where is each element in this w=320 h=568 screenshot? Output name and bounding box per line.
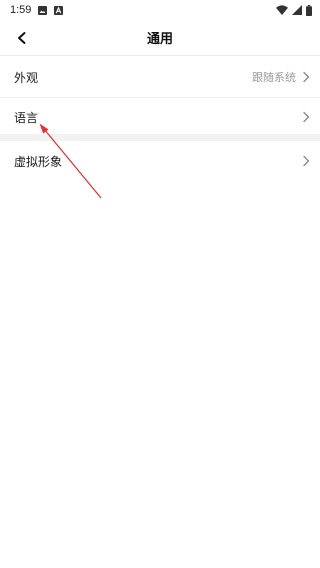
chevron-right-icon [303, 155, 310, 167]
back-button[interactable] [8, 24, 36, 52]
app-header: 通用 [0, 20, 320, 56]
chevron-left-icon [18, 32, 26, 44]
language-label: 语言 [14, 110, 39, 125]
signal-icon [292, 5, 302, 15]
chevron-right-icon [303, 71, 310, 83]
wifi-icon [276, 5, 288, 15]
a-notification-icon [54, 5, 64, 15]
page-title: 通用 [146, 32, 173, 47]
status-bar: 1:59 [0, 0, 320, 20]
status-left: 1:59 [10, 4, 64, 16]
virtual-avatar-setting-row[interactable]: 虚拟形象 [0, 141, 320, 181]
virtual-avatar-label: 虚拟形象 [14, 154, 63, 169]
appearance-label: 外观 [14, 70, 39, 85]
appearance-right: 跟随系统 [252, 69, 310, 85]
appearance-value: 跟随系统 [252, 71, 296, 84]
image-icon [38, 5, 48, 15]
battery-icon [306, 4, 312, 16]
language-setting-row[interactable]: 语言 [0, 97, 320, 137]
status-right [276, 4, 312, 16]
status-time: 1:59 [10, 4, 32, 16]
appearance-setting-row[interactable]: 外观 跟随系统 [0, 57, 320, 97]
section-separator [0, 134, 320, 141]
general-settings-screen: 1:59 通用 外观 跟随系统 语言 虚拟形象 [0, 0, 320, 568]
virtual-avatar-right [302, 155, 310, 167]
chevron-right-icon [303, 111, 310, 123]
language-right [302, 111, 310, 123]
